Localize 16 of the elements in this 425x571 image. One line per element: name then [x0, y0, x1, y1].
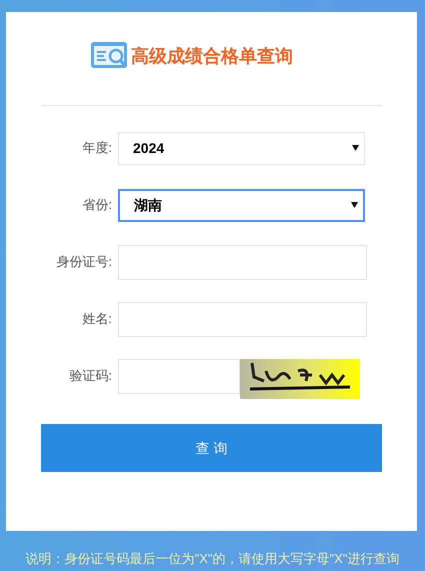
- dropdown[interactable]: 湖南: [118, 188, 365, 222]
- search-document-icon: [90, 41, 130, 71]
- field-label: 省份:: [81, 196, 113, 214]
- instruction-note: 说明：身份证号码最后一位为"X"的，请使用大写字母"X"进行查询: [24, 550, 400, 568]
- field-label: 身份证号:: [55, 253, 113, 272]
- page-title: 高级成绩合格单查询: [131, 44, 293, 68]
- field-label: 年度:: [81, 139, 113, 158]
- search-button[interactable]: 查 询: [41, 424, 382, 472]
- dropdown-arrow-icon: [351, 202, 358, 208]
- dropdown-arrow-icon: [352, 145, 359, 151]
- field-label: 验证码:: [68, 367, 113, 386]
- input-field[interactable]: [118, 302, 367, 336]
- field-label: 姓名:: [81, 310, 113, 328]
- input-field[interactable]: [118, 358, 240, 394]
- dropdown[interactable]: 2024: [118, 132, 365, 164]
- input-field[interactable]: [118, 244, 367, 280]
